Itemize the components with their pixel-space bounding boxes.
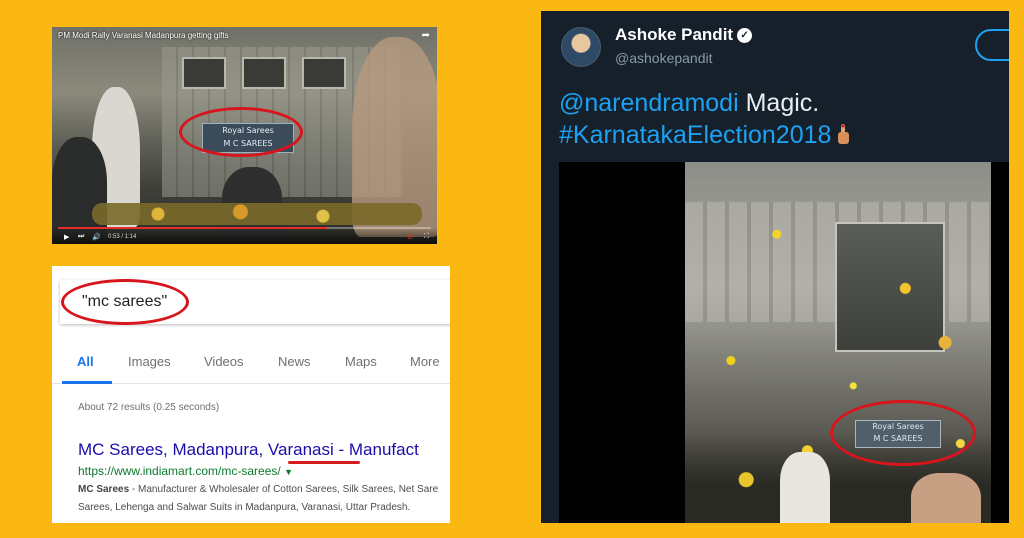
video-time: 0:53 / 1:14	[108, 234, 137, 240]
avatar[interactable]	[561, 27, 601, 67]
window	[182, 57, 226, 89]
tab-maps[interactable]: Maps	[345, 354, 377, 369]
tweet-video[interactable]: Royal Sarees M C SAREES	[559, 162, 1009, 523]
next-icon[interactable]: ⏭	[78, 233, 84, 241]
mention-link[interactable]: @narendramodi	[559, 89, 739, 117]
result-title-highlight: Varanasi	[267, 440, 334, 459]
tab-videos[interactable]: Videos	[204, 354, 244, 369]
verified-badge-icon: ✓	[737, 28, 753, 43]
tab-images[interactable]: Images	[128, 354, 171, 369]
result-url[interactable]: https://www.indiamart.com/mc-sarees/ ▼	[78, 464, 293, 478]
result-title-link[interactable]: MC Sarees, Madanpura, Varanasi - Manufac…	[78, 440, 419, 460]
tab-more[interactable]: More	[410, 354, 440, 369]
caret-down-icon[interactable]: ▼	[284, 467, 293, 477]
progress-bar[interactable]	[58, 227, 431, 229]
video-frame: Royal Sarees M C SAREES	[685, 162, 991, 523]
pointing-finger-icon	[838, 124, 850, 144]
google-search-panel: "mc sarees" All Images Videos News Maps …	[52, 266, 450, 523]
result-url-text: https://www.indiamart.com/mc-sarees/	[78, 464, 281, 478]
result-snippet-line: MC Sarees - Manufacturer & Wholesaler of…	[78, 484, 438, 495]
window	[242, 57, 286, 89]
result-title-part: - Manufact	[333, 440, 419, 459]
result-title-part: MC Sarees, Madanpura,	[78, 440, 268, 459]
flower-petals	[685, 162, 991, 523]
display-name-text: Ashoke Pandit	[615, 25, 734, 44]
display-name[interactable]: Ashoke Pandit ✓	[615, 25, 753, 45]
tweet-card: Ashoke Pandit ✓ @ashokepandit @narendramo…	[541, 11, 1009, 523]
tweet-text: @narendramodi Magic. #KarnatakaElection2…	[559, 87, 851, 151]
settings-icon[interactable]: ⚙	[407, 233, 413, 241]
flower-garlands	[92, 203, 422, 225]
snippet-text: - Manufacturer & Wholesaler of Cotton Sa…	[129, 484, 439, 495]
play-icon[interactable]: ▶	[64, 233, 69, 241]
highlight-ring	[179, 107, 303, 157]
window	[302, 57, 346, 89]
highlight-ring	[830, 400, 976, 466]
result-snippet-line: Sarees, Lehenga and Salwar Suits in Mada…	[78, 502, 411, 513]
user-handle[interactable]: @ashokepandit	[615, 50, 713, 66]
video-title: PM Modi Rally Varanasi Madanpura getting…	[58, 31, 229, 40]
result-stats: About 72 results (0.25 seconds)	[78, 402, 220, 413]
tab-all[interactable]: All	[77, 354, 94, 369]
highlight-ring	[61, 279, 189, 325]
follow-button[interactable]	[975, 29, 1009, 61]
person-waving	[780, 452, 830, 523]
share-icon[interactable]: ➦	[422, 30, 430, 41]
search-tabs: All Images Videos News Maps More	[52, 338, 450, 384]
tab-news[interactable]: News	[278, 354, 311, 369]
progress-fill	[58, 227, 327, 229]
volume-icon[interactable]: 🔊	[92, 233, 101, 241]
fullscreen-icon[interactable]: ⛶	[424, 233, 429, 241]
hashtag-link[interactable]: #KarnatakaElection2018	[559, 121, 831, 149]
snippet-bold: MC Sarees	[78, 484, 130, 495]
active-tab-indicator	[62, 381, 112, 384]
tweet-text-body: Magic.	[738, 89, 820, 117]
blurred-hand	[911, 473, 981, 523]
highlight-underline	[288, 461, 360, 464]
video-player[interactable]: Royal Sarees M C SAREES PM Modi Rally Va…	[52, 27, 437, 244]
